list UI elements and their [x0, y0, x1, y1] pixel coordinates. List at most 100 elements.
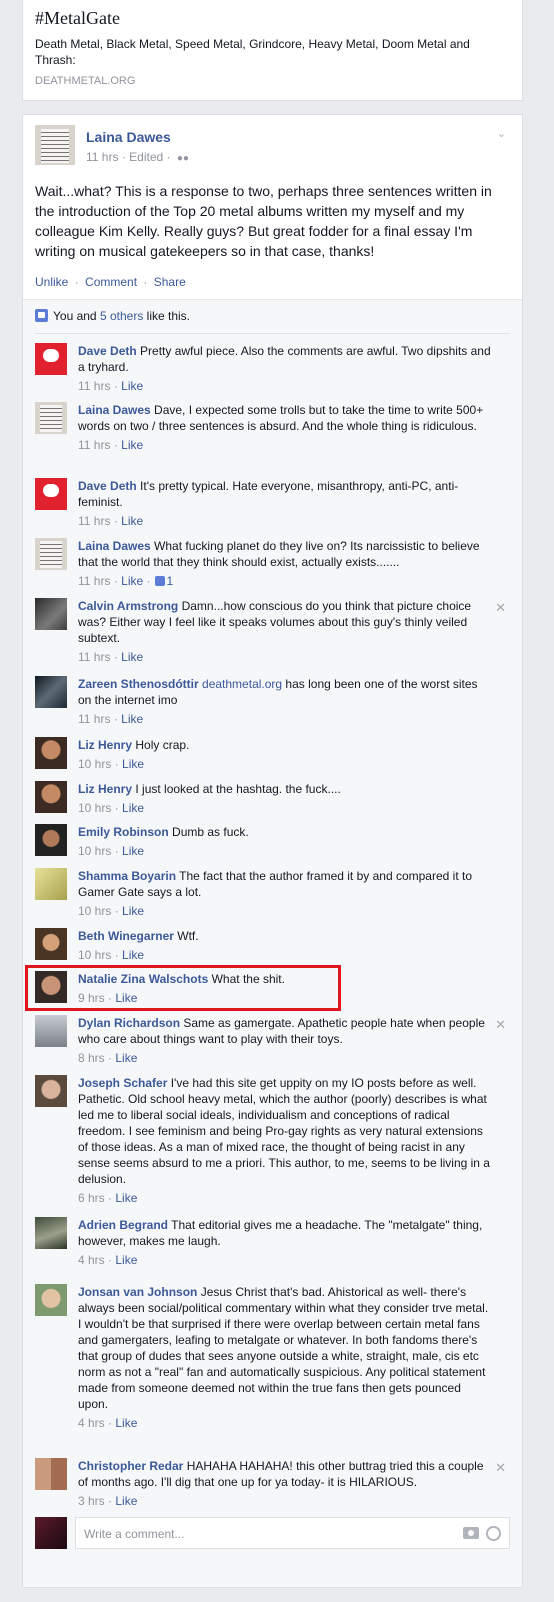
- smiley-icon[interactable]: [486, 1526, 501, 1541]
- comment-author[interactable]: Dave Deth: [78, 344, 137, 358]
- comment-author[interactable]: Dylan Richardson: [78, 1016, 180, 1030]
- like-button[interactable]: Like: [121, 438, 143, 452]
- comment-author[interactable]: Emily Robinson: [78, 825, 169, 839]
- likes-others-link[interactable]: 5 others: [100, 309, 143, 323]
- link-title[interactable]: #MetalGate: [35, 8, 510, 29]
- avatar[interactable]: [35, 737, 67, 769]
- comment-author[interactable]: Laina Dawes: [78, 539, 151, 553]
- avatar[interactable]: [35, 676, 67, 708]
- post-meta: 11 hrs · Edited · ●●: [86, 150, 189, 164]
- edited-label[interactable]: Edited: [129, 150, 163, 164]
- comment-meta: 3 hrs · Like: [78, 1494, 138, 1508]
- avatar[interactable]: [35, 824, 67, 856]
- comment-author[interactable]: Liz Henry: [78, 782, 132, 796]
- avatar[interactable]: [35, 125, 75, 165]
- comment-author[interactable]: Natalie Zina Walschots: [78, 972, 208, 986]
- close-icon[interactable]: ✕: [495, 600, 506, 616]
- share-button[interactable]: Share: [154, 275, 186, 289]
- comment-author[interactable]: Joseph Schafer: [78, 1076, 167, 1090]
- like-button[interactable]: Like: [115, 1253, 137, 1267]
- avatar[interactable]: [35, 478, 67, 510]
- avatar[interactable]: [35, 1015, 67, 1047]
- like-button[interactable]: Like: [122, 757, 144, 771]
- post-card: Laina Dawes 11 hrs · Edited · ●● ⌄ Wait.…: [22, 114, 523, 1588]
- comment-meta: 8 hrs · Like: [78, 1051, 138, 1065]
- avatar[interactable]: [35, 1075, 67, 1107]
- comment-author[interactable]: Beth Winegarner: [78, 929, 174, 943]
- write-comment-row: Write a comment...: [35, 1517, 510, 1553]
- comment-author[interactable]: Shamma Boyarin: [78, 869, 176, 883]
- comment-author[interactable]: Adrien Begrand: [78, 1218, 168, 1232]
- comment-author[interactable]: Dave Deth: [78, 479, 137, 493]
- likes-summary: You and 5 others like this.: [35, 309, 510, 333]
- thumbs-up-icon[interactable]: [154, 576, 165, 586]
- comment-author[interactable]: Jonsan van Johnson: [78, 1285, 197, 1299]
- comment-author[interactable]: Christopher Redar: [78, 1459, 183, 1473]
- comment: Adrien Begrand That editorial gives me a…: [35, 1217, 510, 1273]
- comment-meta: 4 hrs · Like: [78, 1416, 138, 1430]
- comment-author[interactable]: Zareen Sthenosdóttir: [78, 677, 199, 691]
- avatar[interactable]: [35, 971, 67, 1003]
- post-text: Wait...what? This is a response to two, …: [35, 183, 492, 259]
- avatar[interactable]: [35, 402, 67, 434]
- comment-input[interactable]: Write a comment...: [75, 1517, 510, 1549]
- link-preview-card[interactable]: #MetalGate Death Metal, Black Metal, Spe…: [22, 0, 523, 101]
- avatar[interactable]: [35, 1517, 67, 1549]
- like-button[interactable]: Like: [121, 650, 143, 664]
- comment-link[interactable]: deathmetal.org: [202, 677, 282, 691]
- comment-meta: 10 hrs · Like: [78, 948, 145, 962]
- like-button[interactable]: Like: [121, 574, 143, 588]
- comment-author[interactable]: Liz Henry: [78, 738, 132, 752]
- like-button[interactable]: Like: [115, 1191, 137, 1205]
- camera-icon[interactable]: [463, 1527, 479, 1539]
- comment-text: I just looked at the hashtag. the fuck..…: [135, 782, 341, 796]
- like-button[interactable]: Like: [115, 991, 137, 1005]
- like-button[interactable]: Like: [122, 948, 144, 962]
- like-button[interactable]: Like: [115, 1494, 137, 1508]
- comment: Christopher Redar HAHAHA HAHAHA! this ot…: [35, 1458, 510, 1514]
- comment-meta: 10 hrs · Like: [78, 904, 145, 918]
- post-header: Laina Dawes 11 hrs · Edited · ●● ⌄: [35, 125, 510, 169]
- comment: Dave Deth It's pretty typical. Hate ever…: [35, 478, 510, 534]
- post-timestamp[interactable]: 11 hrs: [86, 150, 118, 164]
- avatar[interactable]: [35, 1458, 67, 1490]
- comment: Liz Henry I just looked at the hashtag. …: [35, 781, 510, 821]
- comment: Laina Dawes What fucking planet do they …: [35, 538, 510, 594]
- comment-button[interactable]: Comment: [85, 275, 137, 289]
- avatar[interactable]: [35, 343, 67, 375]
- avatar[interactable]: [35, 781, 67, 813]
- avatar[interactable]: [35, 1284, 67, 1316]
- comment-input-placeholder: Write a comment...: [84, 1527, 185, 1541]
- unlike-button[interactable]: Unlike: [35, 275, 68, 289]
- like-button[interactable]: Like: [121, 712, 143, 726]
- comment-meta: 11 hrs · Like: [78, 712, 144, 726]
- like-button[interactable]: Like: [121, 514, 143, 528]
- like-button[interactable]: Like: [115, 1051, 137, 1065]
- like-button[interactable]: Like: [121, 379, 143, 393]
- comment-author[interactable]: Calvin Armstrong: [78, 599, 178, 613]
- close-icon[interactable]: ✕: [495, 1460, 506, 1476]
- post-actions: Unlike · Comment · Share: [35, 275, 186, 289]
- post-author-name[interactable]: Laina Dawes: [86, 129, 171, 145]
- friends-icon[interactable]: ●●: [177, 153, 189, 164]
- avatar[interactable]: [35, 928, 67, 960]
- avatar[interactable]: [35, 868, 67, 900]
- divider: [35, 333, 510, 334]
- comment-meta: 11 hrs · Like: [78, 438, 144, 452]
- comment: Beth Winegarner Wtf. 10 hrs · Like: [35, 928, 510, 968]
- like-button[interactable]: Like: [122, 904, 144, 918]
- like-button[interactable]: Like: [122, 801, 144, 815]
- comment-meta: 11 hrs · Like · 1: [78, 574, 174, 588]
- comment-text-continued: I wouldn't be that surprised if there we…: [78, 1317, 486, 1411]
- avatar[interactable]: [35, 1217, 67, 1249]
- like-count[interactable]: 1: [167, 574, 174, 588]
- like-button[interactable]: Like: [115, 1416, 137, 1430]
- close-icon[interactable]: ✕: [495, 1017, 506, 1033]
- avatar[interactable]: [35, 598, 67, 630]
- comment-author[interactable]: Laina Dawes: [78, 403, 151, 417]
- chevron-down-icon[interactable]: ⌄: [497, 127, 506, 140]
- like-button[interactable]: Like: [122, 844, 144, 858]
- avatar[interactable]: [35, 538, 67, 570]
- comment-text: Pretty awful piece. Also the comments ar…: [78, 344, 491, 374]
- comment: Liz Henry Holy crap. 10 hrs · Like: [35, 737, 510, 777]
